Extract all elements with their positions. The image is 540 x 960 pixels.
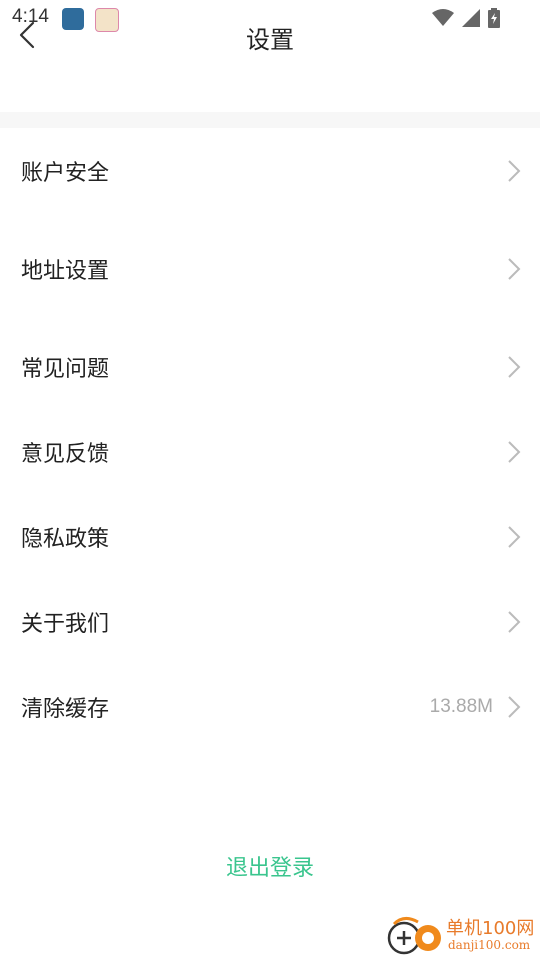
- chevron-right-icon: [508, 356, 521, 378]
- menu-item-address-settings[interactable]: 地址设置: [0, 234, 540, 304]
- menu-item-account-security[interactable]: 账户安全: [0, 136, 540, 206]
- site-watermark: 单机100网 danji100.com: [380, 910, 540, 960]
- cache-size-value: 13.88M: [429, 696, 493, 717]
- chevron-right-icon: [508, 160, 521, 182]
- logout-button[interactable]: 退出登录: [0, 850, 540, 882]
- menu-item-clear-cache[interactable]: 清除缓存 13.88M: [0, 672, 540, 742]
- menu-item-label: 意见反馈: [21, 442, 110, 467]
- menu-item-label: 清除缓存: [21, 697, 110, 722]
- chevron-right-icon: [508, 526, 521, 548]
- chevron-right-icon: [508, 258, 521, 280]
- menu-item-privacy-policy[interactable]: 隐私政策: [0, 502, 540, 572]
- page-title: 设置: [246, 26, 294, 54]
- menu-item-faq[interactable]: 常见问题: [0, 332, 540, 402]
- menu-item-label: 关于我们: [21, 612, 110, 637]
- menu-item-label: 账户安全: [21, 161, 110, 186]
- section-divider: [0, 112, 540, 128]
- watermark-logo-icon: [387, 917, 441, 955]
- menu-item-label: 地址设置: [21, 259, 110, 284]
- chevron-right-icon: [508, 696, 521, 718]
- menu-item-label: 隐私政策: [21, 527, 110, 552]
- watermark-name: 单机100网: [446, 918, 535, 939]
- menu-item-feedback[interactable]: 意见反馈: [0, 417, 540, 487]
- chevron-right-icon: [508, 611, 521, 633]
- app-header: 设置: [0, 0, 540, 112]
- menu-item-label: 常见问题: [21, 357, 110, 382]
- watermark-site: danji100.com: [448, 938, 531, 952]
- menu-item-about-us[interactable]: 关于我们: [0, 587, 540, 657]
- chevron-right-icon: [508, 441, 521, 463]
